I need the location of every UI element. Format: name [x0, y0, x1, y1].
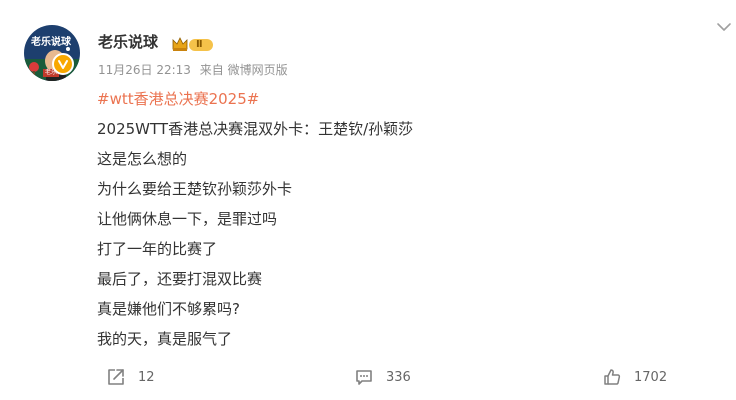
share-button[interactable]: 12 [106, 366, 155, 388]
post-text-line: 这是怎么想的 [97, 150, 188, 168]
post-text-line: 我的天，真是服气了 [97, 330, 233, 348]
author-name[interactable]: 老乐说球 [98, 31, 158, 53]
post-text-line: 为什么要给王楚钦孙颖莎外卡 [97, 180, 293, 198]
weibo-post-card: 老乐说球 老乐 老乐说球 Ⅱ 11月26日 22:13 来自 微博网页版 #wt… [0, 0, 736, 400]
post-timestamp[interactable]: 11月26日 22:13 [98, 63, 191, 77]
like-button[interactable]: 1702 [602, 366, 667, 388]
comment-button[interactable]: 336 [354, 366, 411, 388]
hashtag-link[interactable]: #wtt香港总决赛2025# [97, 84, 697, 114]
post-text-line: 最后了，还要打混双比赛 [97, 270, 263, 288]
like-count: 1702 [634, 369, 668, 385]
thumbs-up-icon [604, 369, 621, 385]
level-badge-label: Ⅱ [196, 39, 203, 50]
share-count: 12 [138, 369, 155, 385]
post-content: #wtt香港总决赛2025# 2025WTT香港总决赛混双外卡：王楚钦/孙颖莎 … [97, 84, 697, 354]
verified-v-icon [58, 60, 68, 69]
verified-badge [52, 53, 74, 75]
comment-icon [356, 370, 372, 385]
level-badge[interactable]: Ⅱ [171, 36, 215, 53]
post-text-line: 真是嫌他们不够累吗? [97, 300, 240, 318]
post-text-line: 2025WTT香港总决赛混双外卡：王楚钦/孙颖莎 [97, 120, 414, 138]
crown-level-icon [172, 37, 213, 51]
chevron-down-icon [717, 23, 731, 31]
post-source: 来自 微博网页版 [199, 63, 288, 77]
post-text-line: 让他俩休息一下，是罪过吗 [97, 210, 278, 228]
avatar[interactable]: 老乐说球 老乐 [24, 25, 80, 81]
comment-count: 336 [386, 369, 411, 385]
post-meta: 11月26日 22:13 来自 微博网页版 [98, 62, 293, 78]
avatar-title-text: 老乐说球 [31, 37, 71, 48]
post-text-line: 打了一年的比赛了 [97, 240, 218, 258]
more-options-button[interactable] [716, 19, 732, 33]
share-icon [108, 369, 124, 385]
